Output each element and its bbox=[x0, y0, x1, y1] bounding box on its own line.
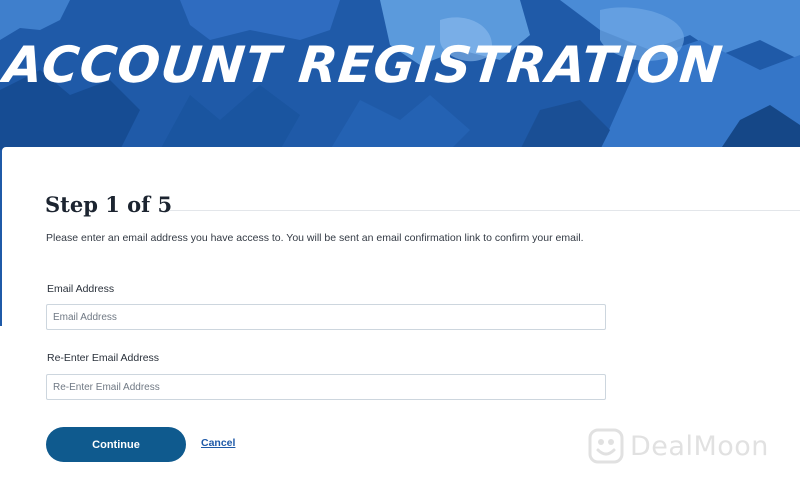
email-field[interactable] bbox=[46, 304, 606, 330]
instructions-text: Please enter an email address you have a… bbox=[46, 232, 584, 244]
confirm-email-label: Re-Enter Email Address bbox=[47, 352, 160, 364]
watermark-text: DealMoon bbox=[630, 430, 769, 462]
continue-button[interactable]: Continue bbox=[46, 427, 186, 462]
page-title: ACCOUNT REGISTRATION bbox=[0, 36, 726, 94]
confirm-email-field[interactable] bbox=[46, 374, 606, 400]
dealmoon-logo-icon bbox=[588, 428, 624, 464]
email-label: Email Address bbox=[47, 283, 115, 295]
watermark: DealMoon bbox=[588, 428, 769, 464]
hero-banner: ACCOUNT REGISTRATION bbox=[0, 0, 800, 150]
step-title: Step 1 of 5 bbox=[45, 192, 173, 217]
cancel-link[interactable]: Cancel bbox=[201, 437, 235, 449]
divider bbox=[170, 210, 800, 211]
